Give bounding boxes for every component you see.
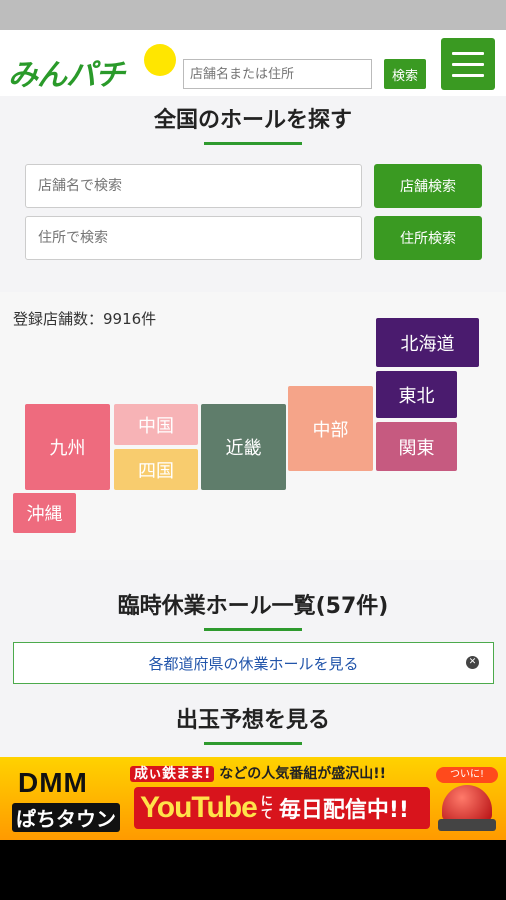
navigation-bar <box>0 840 506 900</box>
store-search-button[interactable]: 店舗検索 <box>374 164 482 208</box>
close-icon[interactable]: ✕ <box>466 656 479 669</box>
ad-banner[interactable]: DMM ぱちタウン 成ぃ鉄まま! などの人気番組が盛沢山!! YouTube に… <box>0 757 506 840</box>
region-kyushu[interactable]: 九州 <box>25 404 110 490</box>
banner-pachitown-text: ぱちタウン <box>12 803 120 832</box>
banner-main: YouTube にて 毎日配信中!! <box>134 787 430 829</box>
closure-link-label: 各都道府県の休業ホールを見る <box>148 654 359 673</box>
header-search-button[interactable]: 検索 <box>384 59 426 89</box>
region-tohoku[interactable]: 東北 <box>376 371 457 418</box>
logo-text: みんパチ <box>8 58 125 93</box>
banner-button-icon: ついに! <box>436 767 498 833</box>
title-underline <box>204 742 302 745</box>
store-count: 登録店舗数：9916件 <box>13 310 157 328</box>
banner-sticker: ついに! <box>436 767 498 783</box>
banner-youtube-text: YouTube <box>140 791 258 824</box>
hamburger-menu-icon[interactable] <box>441 38 495 90</box>
logo-dot <box>144 44 176 76</box>
banner-top-label: などの人気番組が盛沢山!! <box>219 766 387 782</box>
region-kinki[interactable]: 近畿 <box>201 404 286 490</box>
title-underline <box>204 142 302 145</box>
banner-top-text: 成ぃ鉄まま! などの人気番組が盛沢山!! <box>130 763 386 783</box>
region-hokkaido[interactable]: 北海道 <box>376 318 479 367</box>
status-bar <box>0 0 506 30</box>
page: みんパチ 検索 全国のホールを探す 店舗検索 住所検索 登録店舗数：9916件 … <box>0 30 506 840</box>
store-name-input[interactable] <box>25 164 362 208</box>
prediction-title: 出玉予想を見る <box>175 708 330 733</box>
region-okinawa[interactable]: 沖縄 <box>13 493 76 533</box>
banner-logo: DMM ぱちタウン <box>8 765 128 833</box>
address-search-button[interactable]: 住所検索 <box>374 216 482 260</box>
region-shikoku[interactable]: 四国 <box>114 449 198 490</box>
banner-base <box>438 819 496 831</box>
address-input[interactable] <box>25 216 362 260</box>
banner-highlight: 成ぃ鉄まま! <box>130 766 215 782</box>
region-chugoku[interactable]: 中国 <box>114 404 198 445</box>
region-chubu[interactable]: 中部 <box>288 386 373 471</box>
find-hall-title: 全国のホールを探す <box>153 108 352 133</box>
banner-daily-text: 毎日配信中!! <box>278 798 409 823</box>
closure-list-link[interactable]: 各都道府県の休業ホールを見る ✕ <box>13 642 494 684</box>
closure-title: 臨時休業ホール一覧(57件) <box>117 594 389 619</box>
banner-nite-text: にて <box>260 794 273 821</box>
header: みんパチ 検索 <box>0 30 506 96</box>
logo[interactable]: みんパチ <box>8 44 178 93</box>
title-underline <box>204 628 302 631</box>
banner-dome <box>442 785 492 821</box>
banner-dmm-text: DMM <box>18 767 88 798</box>
header-search-input[interactable] <box>183 59 372 89</box>
region-kanto[interactable]: 関東 <box>376 422 457 471</box>
